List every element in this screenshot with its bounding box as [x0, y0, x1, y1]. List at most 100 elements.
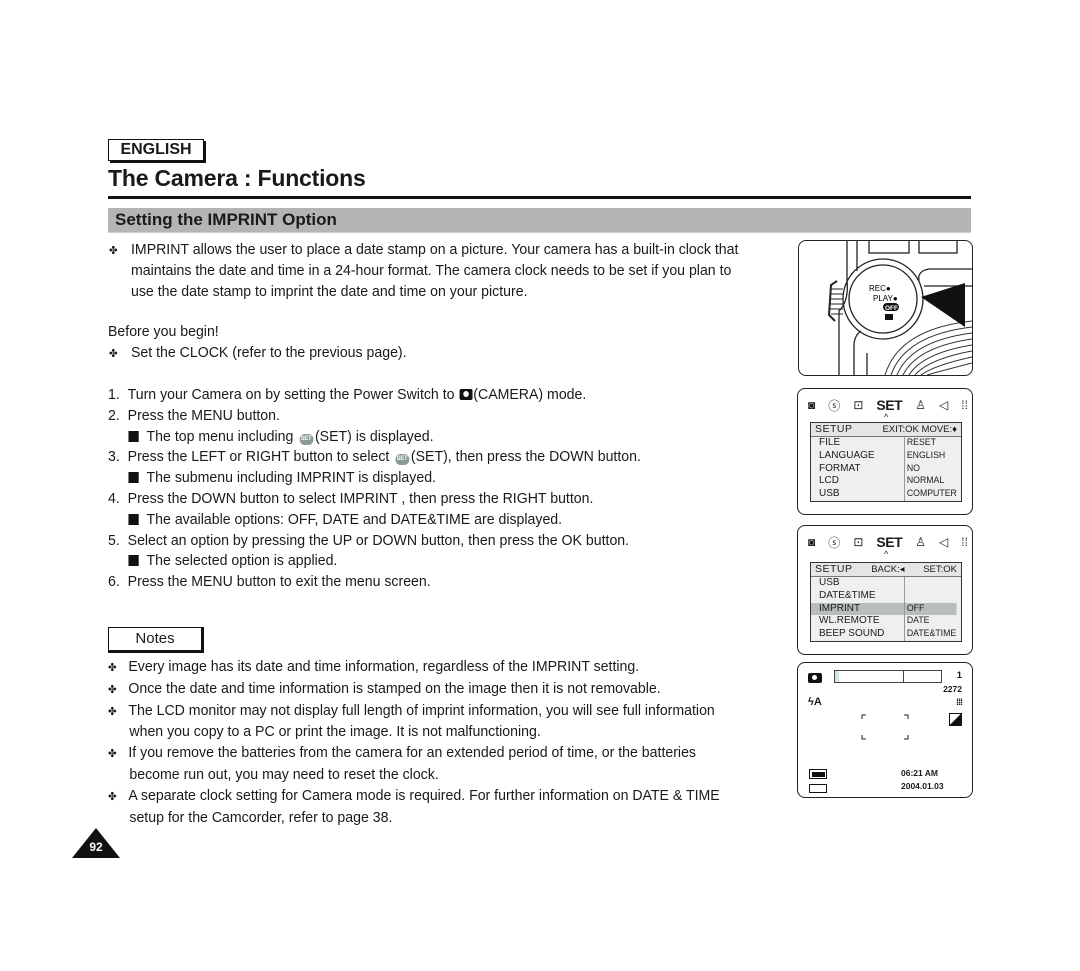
square-bullet-icon	[128, 513, 139, 525]
step-2: 2. Press the MENU button.	[108, 406, 280, 424]
zoom-bar-divider	[903, 671, 904, 682]
bullet-icon: ✤	[108, 705, 117, 718]
menu-value: RESET	[906, 437, 936, 448]
menu-icon-row: ◙ ⓢ ⊡ SET ♙ ◁ ⁞⁞	[808, 534, 968, 550]
note-item-cont: setup for the Camcorder, refer to page 3…	[129, 808, 393, 826]
frame-icon: ⊡	[853, 398, 864, 412]
menu-values: OFF DATE DATE&TIME	[905, 577, 961, 641]
square-bullet-icon	[128, 430, 139, 442]
step-2-sub: The top menu including SET (SET) is displ…	[108, 427, 641, 448]
note-item: ✤ Every image has its date and time info…	[108, 658, 640, 675]
before-you-begin-label: Before you begin!	[108, 323, 219, 340]
note-item: ✤ A separate clock setting for Camera mo…	[108, 786, 720, 804]
menu-value: NORMAL	[906, 475, 944, 487]
speaker-icon: ◁	[938, 535, 949, 549]
setup-menu-box: SETUP EXIT:OK MOVE:♦ FILE LANGUAGE FORMA…	[810, 422, 962, 502]
menu-item: FILE	[819, 437, 841, 448]
title-rule	[108, 196, 971, 199]
camera-icon	[459, 389, 473, 400]
menu-item: LANGUAGE	[819, 449, 875, 461]
step-4: 4. Press the DOWN button to select IMPRI…	[108, 489, 594, 507]
caret-icon: ^	[884, 549, 889, 559]
menu-value: NO	[906, 462, 920, 474]
menu-item: BEEP SOUND	[819, 628, 885, 640]
menu-items: USB DATE&TIME IMPRINT WL.REMOTE BEEP SOU…	[811, 577, 906, 641]
speaker-icon: ◁	[938, 398, 949, 412]
notes-list: ✤ Every image has its date and time info…	[108, 657, 720, 828]
intro-line: maintains the date and time in a 24-hour…	[131, 261, 732, 279]
date-display: 2004.01.03	[901, 781, 944, 791]
self-timer-icon: ⓢ	[828, 398, 841, 413]
step-6: 6. Press the MENU button to exit the men…	[108, 573, 431, 591]
photo-icon: ◙	[808, 535, 816, 549]
menu-header: SETUP BACK:◂ SET:OK	[811, 563, 961, 577]
quality-icon: ⁞⁞⁞	[956, 697, 963, 707]
grid-icon: ⁞⁞	[961, 398, 968, 412]
card-icon	[809, 784, 827, 793]
square-bullet-icon	[128, 472, 139, 484]
menu-value-selected: OFF	[905, 602, 957, 616]
menu-value: DATE	[907, 615, 930, 627]
menu-value: DATE&TIME	[907, 628, 957, 640]
time-display: 06:21 AM	[901, 768, 939, 778]
menu-item: LCD	[819, 475, 840, 487]
dial-label-rec: REC●	[869, 284, 891, 293]
photo-icon: ◙	[808, 398, 816, 412]
page-title: The Camera : Functions	[108, 165, 366, 191]
bullet-icon: ✤	[108, 662, 117, 674]
set-tab: SET	[876, 534, 903, 550]
step-3: 3. Press the LEFT or RIGHT button to sel…	[108, 448, 641, 466]
zoom-bar-fill	[835, 671, 840, 682]
menu-item: USB	[819, 488, 840, 500]
note-item-cont: when you copy to a PC or print the image…	[129, 723, 541, 741]
resolution: 2272	[943, 684, 962, 694]
intro-bullet-icon: ✤	[109, 245, 118, 257]
caret-icon: ^	[884, 412, 889, 422]
intro-paragraph: IMPRINT allows the user to place a date …	[131, 240, 738, 302]
menu-icon-row: ◙ ⓢ ⊡ SET ♙ ◁ ⁞⁞	[808, 397, 968, 413]
language-badge: ENGLISH	[108, 139, 204, 161]
camera-body-drawing: REC● PLAY● OFF	[827, 241, 972, 375]
metering-icon	[949, 713, 962, 726]
menu-value: COMPUTER	[906, 488, 957, 500]
focus-brackets	[861, 714, 909, 740]
intro-line: use the date stamp to imprint the date a…	[131, 282, 528, 300]
note-item-cont: become run out, you may need to reset th…	[129, 765, 439, 783]
section-title: Setting the IMPRINT Option	[115, 210, 337, 229]
step-5-sub: The selected option is applied.	[108, 551, 641, 572]
before-item: Set the CLOCK (refer to the previous pag…	[131, 344, 407, 361]
step-4-sub: The available options: OFF, DATE and DAT…	[108, 510, 641, 531]
menu-items: FILE LANGUAGE FORMAT LCD USB	[811, 437, 905, 501]
menu-values: RESET ENGLISH NO NORMAL COMPUTER	[905, 437, 961, 501]
dial-label-off: OFF	[885, 305, 898, 312]
menu-value: ENGLISH	[906, 449, 945, 461]
menu-item-selected: IMPRINT	[811, 602, 905, 616]
note-item: ✤ Once the date and time information is …	[108, 679, 661, 697]
dial-label-play: PLAY●	[873, 294, 898, 303]
setup-menu-box: SETUP BACK:◂ SET:OK USB DATE&TIME IMPRIN…	[810, 562, 962, 642]
menu-item: USB	[819, 577, 840, 588]
step-1: 1. Turn your Camera on by setting the Po…	[108, 386, 587, 403]
menu-value	[905, 590, 956, 603]
set-icon: SET	[299, 433, 314, 445]
self-timer-icon: ⓢ	[828, 535, 841, 550]
shots-remaining: 1	[956, 670, 962, 681]
frame-icon: ⊡	[853, 535, 864, 549]
lcd-preview-screen: 1 2272 ϟA ⁞⁞⁞ 06:21 AM 2004.01.03	[797, 662, 973, 798]
menu-item: WL.REMOTE	[819, 615, 880, 627]
step-5: 5. Select an option by pressing the UP o…	[108, 531, 630, 549]
step-list: 1. Turn your Camera on by setting the Po…	[108, 385, 641, 593]
set-tab: SET	[876, 397, 903, 413]
notes-label: Notes	[108, 627, 204, 653]
person-icon: ♙	[915, 535, 926, 549]
menu-item: FORMAT	[819, 462, 861, 474]
person-icon: ♙	[915, 398, 926, 412]
lcd-imprint-submenu: ◙ ⓢ ⊡ SET ♙ ◁ ⁞⁞ ^ SETUP BACK:◂ SET:OK U…	[797, 525, 973, 655]
flash-auto-icon: ϟA	[808, 696, 822, 708]
page-number: 92	[89, 840, 103, 854]
bullet-icon: ✤	[108, 683, 117, 696]
menu-header: SETUP EXIT:OK MOVE:♦	[811, 423, 961, 437]
camera-mode-icon	[808, 673, 822, 683]
step-3-sub: The submenu including IMPRINT is display…	[108, 468, 641, 489]
square-bullet-icon	[128, 555, 139, 567]
